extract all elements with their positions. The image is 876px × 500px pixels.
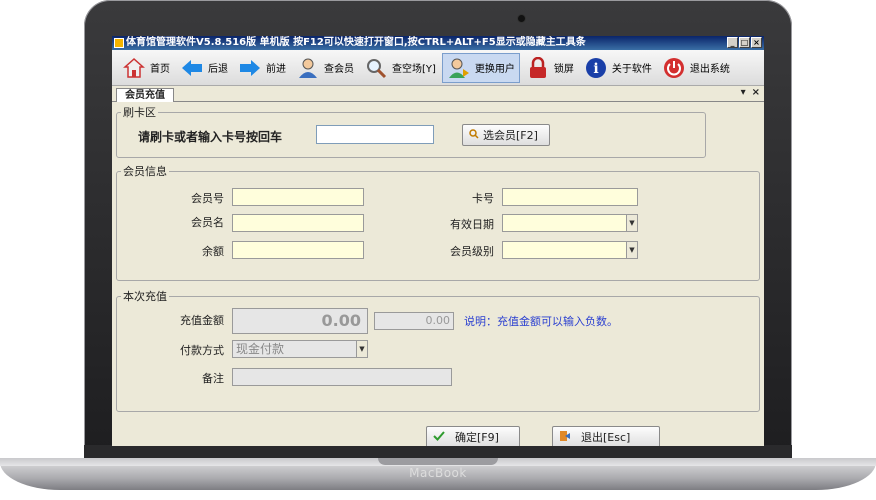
close-icon[interactable]: × bbox=[752, 87, 760, 98]
member-no-field[interactable] bbox=[232, 188, 364, 206]
tab-bar: 会员充值 ▾ × bbox=[112, 86, 764, 102]
exit-system-button[interactable]: 退出系统 bbox=[658, 53, 734, 83]
main-toolbar: 首页 后退 前进 查会员 查空场[Y] 更换用户 锁屏 i 关于软件 退出系统 bbox=[112, 50, 764, 86]
remark-field[interactable] bbox=[232, 368, 452, 386]
swipe-prompt: 请刷卡或者输入卡号按回车 bbox=[138, 130, 283, 144]
home-label: 首页 bbox=[150, 64, 170, 75]
amount-note: 说明：充值金额可以输入负数。 bbox=[464, 315, 618, 328]
member-name-field[interactable] bbox=[232, 214, 364, 232]
brand-label: MacBook bbox=[409, 466, 467, 480]
query-venue-button[interactable]: 查空场[Y] bbox=[360, 53, 440, 83]
exit-label: 退出[Esc] bbox=[581, 431, 631, 444]
chevron-down-icon[interactable]: ▼ bbox=[626, 215, 637, 231]
confirm-label: 确定[F9] bbox=[455, 431, 499, 444]
chevron-down-icon[interactable]: ▼ bbox=[356, 341, 367, 357]
forward-button[interactable]: 前进 bbox=[234, 53, 290, 83]
payment-label: 付款方式 bbox=[180, 344, 224, 357]
card-no-label: 卡号 bbox=[472, 192, 494, 205]
member-name-label: 会员名 bbox=[191, 216, 224, 229]
payment-value: 现金付款 bbox=[236, 342, 285, 356]
switch-user-icon bbox=[447, 56, 471, 80]
amount-field[interactable]: 0.00 bbox=[232, 308, 368, 334]
member-level-label: 会员级别 bbox=[450, 245, 494, 258]
amount-label: 充值金额 bbox=[180, 314, 224, 327]
title-bar: 体育馆管理软件V5.8.516版 单机版 按F12可以快速打开窗口,按CTRL+… bbox=[112, 36, 764, 50]
back-button[interactable]: 后退 bbox=[176, 53, 232, 83]
query-member-button[interactable]: 查会员 bbox=[292, 53, 358, 83]
query-member-label: 查会员 bbox=[324, 64, 354, 75]
lock-button[interactable]: 锁屏 bbox=[522, 53, 578, 83]
switch-user-label: 更换用户 bbox=[474, 64, 515, 75]
maximize-button[interactable]: □ bbox=[739, 37, 750, 48]
exit-system-label: 退出系统 bbox=[689, 64, 730, 75]
exit-button[interactable]: 退出[Esc] bbox=[552, 426, 660, 446]
select-member-label: 选会员[F2] bbox=[483, 129, 538, 142]
remark-label: 备注 bbox=[202, 372, 224, 385]
check-icon bbox=[433, 430, 445, 444]
member-no-label: 会员号 bbox=[191, 192, 224, 205]
member-level-select[interactable]: ▼ bbox=[502, 241, 638, 259]
chevron-down-icon[interactable]: ▼ bbox=[626, 242, 637, 258]
info-icon: i bbox=[584, 56, 608, 80]
power-icon bbox=[662, 56, 686, 80]
exit-door-icon bbox=[559, 430, 571, 445]
recharge-legend: 本次充值 bbox=[123, 290, 167, 303]
camera bbox=[518, 15, 525, 22]
close-window-button[interactable]: × bbox=[751, 37, 762, 48]
query-venue-label: 查空场[Y] bbox=[392, 64, 436, 75]
magnifier-icon bbox=[364, 56, 388, 80]
home-button[interactable]: 首页 bbox=[118, 53, 174, 83]
select-member-button[interactable]: 选会员[F2] bbox=[462, 124, 550, 146]
valid-date-picker[interactable]: ▼ bbox=[502, 214, 638, 232]
swipe-legend: 刷卡区 bbox=[123, 106, 156, 119]
amount-secondary-field[interactable]: 0.00 bbox=[374, 312, 454, 330]
app-icon bbox=[114, 38, 124, 48]
payment-select[interactable]: 现金付款 ▼ bbox=[232, 340, 368, 358]
tab-member-recharge[interactable]: 会员充值 bbox=[116, 88, 174, 102]
forward-label: 前进 bbox=[266, 64, 286, 75]
balance-label: 余额 bbox=[202, 245, 224, 258]
user-icon bbox=[296, 56, 320, 80]
card-no-field[interactable] bbox=[502, 188, 638, 206]
card-number-input[interactable] bbox=[316, 125, 434, 144]
switch-user-button[interactable]: 更换用户 bbox=[441, 52, 520, 83]
minimize-button[interactable]: _ bbox=[727, 37, 738, 48]
about-label: 关于软件 bbox=[611, 64, 652, 75]
valid-date-label: 有效日期 bbox=[450, 218, 494, 231]
home-icon bbox=[122, 56, 146, 80]
balance-field[interactable] bbox=[232, 241, 364, 259]
chevron-down-icon[interactable]: ▾ bbox=[741, 87, 746, 98]
arrow-left-icon bbox=[180, 56, 204, 80]
back-label: 后退 bbox=[208, 64, 228, 75]
about-button[interactable]: i 关于软件 bbox=[580, 53, 656, 83]
lock-label: 锁屏 bbox=[553, 64, 574, 75]
confirm-button[interactable]: 确定[F9] bbox=[426, 426, 520, 446]
arrow-right-icon bbox=[238, 56, 262, 80]
lock-icon bbox=[526, 56, 550, 80]
window-title: 体育馆管理软件V5.8.516版 单机版 按F12可以快速打开窗口,按CTRL+… bbox=[126, 37, 586, 48]
member-legend: 会员信息 bbox=[123, 165, 167, 178]
app-window: 体育馆管理软件V5.8.516版 单机版 按F12可以快速打开窗口,按CTRL+… bbox=[112, 36, 764, 446]
svg-text:i: i bbox=[593, 61, 598, 77]
search-icon bbox=[469, 128, 479, 142]
